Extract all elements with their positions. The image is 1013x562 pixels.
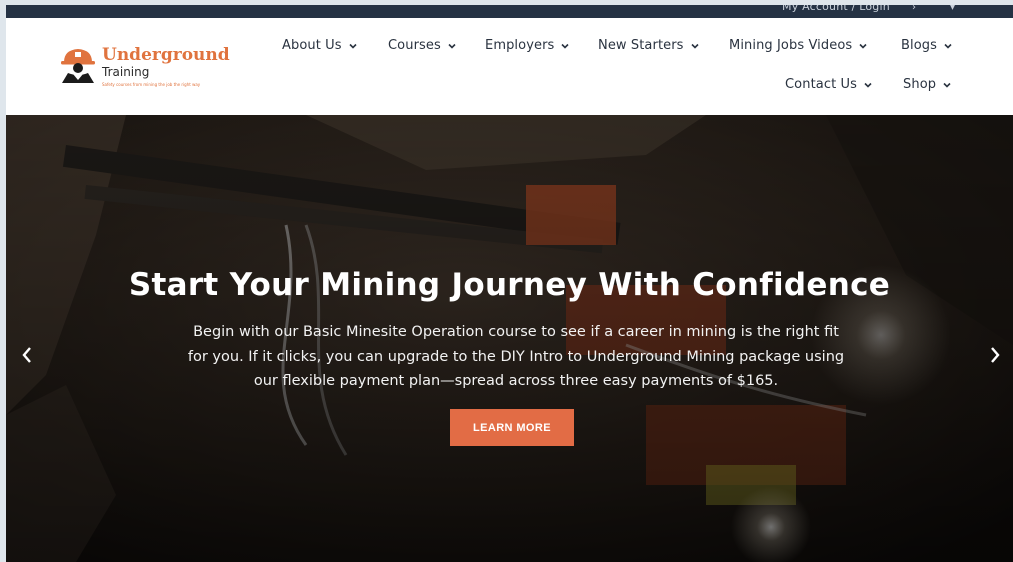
nav-new-starters[interactable]: New Starters (598, 38, 700, 53)
cart-icon[interactable]: ▾ (950, 5, 955, 13)
site-header: Underground Training Safety courses from… (6, 18, 1013, 115)
hero-description-line: our flexible payment plan—spread across … (253, 373, 779, 389)
nav-label: Blogs (901, 38, 938, 53)
nav-label: Contact Us (785, 77, 857, 92)
hero-slider: Start Your Mining Journey With Confidenc… (6, 115, 1013, 562)
chevron-right-icon (991, 347, 1000, 363)
hero-description-line: Begin with our Basic Minesite Operation … (193, 324, 839, 340)
chevron-left-icon (22, 347, 31, 363)
chevron-down-icon (943, 82, 951, 88)
nav-label: New Starters (598, 38, 684, 53)
account-login-link[interactable]: My Account / Login (782, 5, 890, 13)
chevron-down-icon (349, 43, 357, 49)
logo-title: Underground (102, 45, 230, 65)
chevron-down-icon (944, 43, 952, 49)
top-bar: My Account / Login › ▾ (6, 5, 1013, 18)
learn-more-button[interactable]: LEARN MORE (450, 409, 574, 446)
nav-shop[interactable]: Shop (903, 77, 952, 92)
nav-mining-jobs-videos[interactable]: Mining Jobs Videos (729, 38, 868, 53)
chevron-down-icon (448, 43, 456, 49)
chevron-down-icon (561, 43, 569, 49)
nav-employers[interactable]: Employers (485, 38, 570, 53)
nav-about-us[interactable]: About Us (282, 38, 358, 53)
nav-courses[interactable]: Courses (388, 38, 457, 53)
slider-next-button[interactable] (985, 343, 1005, 367)
nav-label: Courses (388, 38, 441, 53)
chevron-down-icon (864, 82, 872, 88)
hero-title: Start Your Mining Journey With Confidenc… (128, 267, 891, 303)
hero-description-line: for you. If it clicks, you can upgrade t… (187, 348, 845, 365)
slider-prev-button[interactable] (17, 343, 37, 367)
chevron-down-icon (859, 43, 867, 49)
logo[interactable]: Underground Training Safety courses from… (58, 44, 230, 92)
nav-label: Shop (903, 77, 937, 92)
nav-label: About Us (282, 38, 342, 53)
hard-hat-miner-icon (61, 49, 95, 83)
nav-blogs[interactable]: Blogs (901, 38, 953, 53)
logo-subtitle: Training (102, 65, 150, 79)
nav-label: Employers (485, 38, 555, 53)
chevron-down-icon (690, 43, 699, 49)
logo-tagline: Safety courses from mining the job the r… (102, 82, 201, 87)
nav-contact-us[interactable]: Contact Us (785, 77, 873, 92)
nav-label: Mining Jobs Videos (729, 38, 853, 53)
hero-description: Begin with our Basic Minesite Operation … (136, 320, 896, 394)
arrow-icon: › (912, 5, 916, 13)
